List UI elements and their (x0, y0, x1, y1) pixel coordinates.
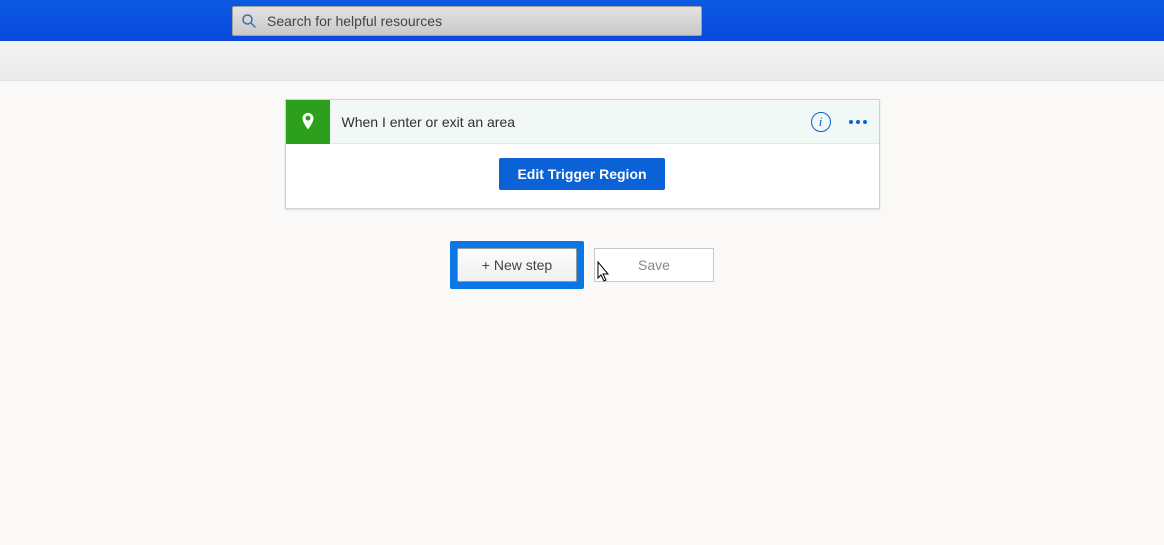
new-step-button[interactable]: + New step (457, 248, 577, 282)
trigger-card-header[interactable]: When I enter or exit an area i (286, 100, 879, 144)
edit-trigger-region-button[interactable]: Edit Trigger Region (499, 158, 664, 190)
search-icon (241, 13, 257, 29)
toolbar-strip (0, 41, 1164, 81)
trigger-title: When I enter or exit an area (330, 114, 811, 130)
trigger-card-body: Edit Trigger Region (286, 144, 879, 208)
top-nav-bar: Search for helpful resources (0, 0, 1164, 41)
location-icon (286, 100, 330, 144)
save-button[interactable]: Save (594, 248, 714, 282)
info-icon[interactable]: i (811, 112, 831, 132)
search-box[interactable]: Search for helpful resources (232, 6, 702, 36)
flow-canvas: When I enter or exit an area i Edit Trig… (0, 81, 1164, 289)
search-placeholder: Search for helpful resources (267, 13, 442, 29)
action-row: + New step Save (450, 241, 714, 289)
new-step-highlight: + New step (450, 241, 584, 289)
more-options-icon[interactable] (849, 120, 867, 124)
trigger-card[interactable]: When I enter or exit an area i Edit Trig… (285, 99, 880, 209)
